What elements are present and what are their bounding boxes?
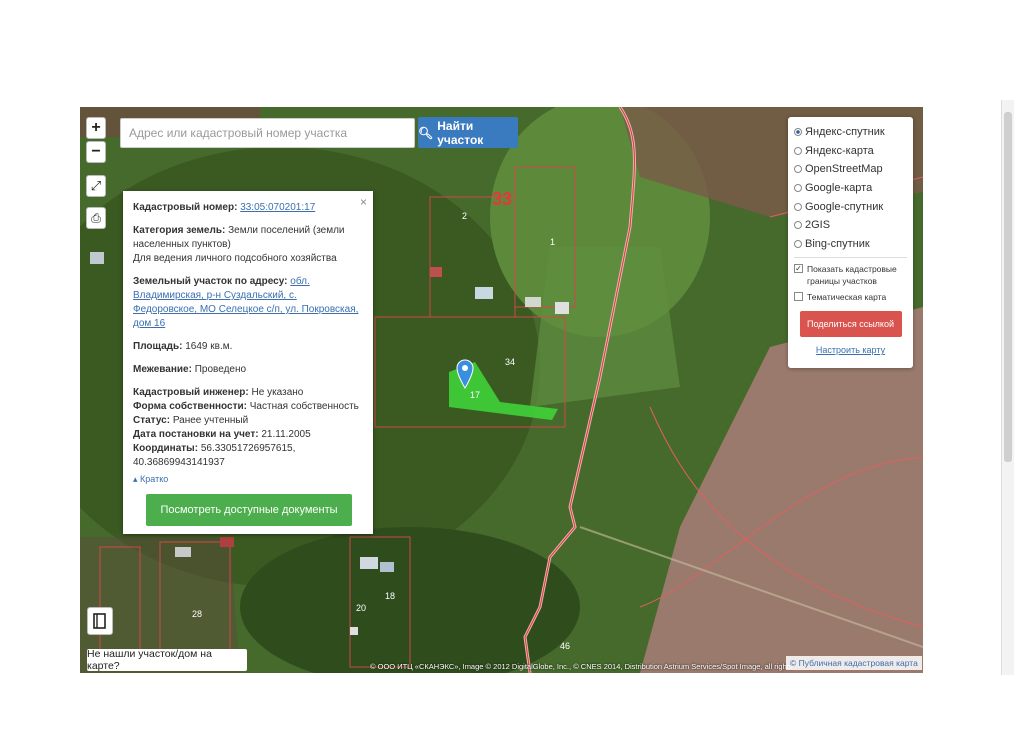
- brief-toggle-link[interactable]: ▴ Кратко: [133, 472, 363, 486]
- thematic-map-label: Тематическая карта: [807, 292, 887, 303]
- fullscreen-button[interactable]: ⤢: [86, 175, 106, 197]
- land-usage-value: Для ведения личного подсобного хозяйства: [133, 253, 337, 264]
- registration-date-value: 21.11.2005: [261, 429, 311, 440]
- survey-label: Межевание:: [133, 364, 192, 375]
- radio-icon[interactable]: [794, 165, 802, 174]
- layer-option[interactable]: Google-спутник: [794, 197, 907, 216]
- find-plot-label: Найти участок: [437, 118, 484, 147]
- layer-option-label: Bing-спутник: [805, 237, 870, 250]
- location-pin-icon[interactable]: [456, 359, 474, 389]
- show-borders-label: Показать кадастровые границы участков: [807, 264, 897, 287]
- not-found-button[interactable]: Не нашли участок/дом на карте?: [87, 648, 247, 672]
- survey-value: Проведено: [194, 364, 247, 375]
- area-label: Площадь:: [133, 341, 183, 352]
- plot-label-highlight: 17: [470, 390, 481, 400]
- engineer-label: Кадастровый инженер:: [133, 387, 249, 398]
- layer-switcher-panel: Яндекс-спутник Яндекс-карта OpenStreetMa…: [788, 117, 913, 368]
- layer-option-label: Яндекс-спутник: [805, 126, 885, 139]
- search-input[interactable]: [120, 118, 415, 148]
- plot-info-popup: × Кадастровый номер: 33:05:070201:17 Кат…: [123, 191, 373, 534]
- radio-selected-icon[interactable]: [794, 128, 802, 137]
- layer-option-label: OpenStreetMap: [805, 163, 883, 176]
- radio-icon[interactable]: [794, 239, 802, 248]
- cadastral-quarter-label: 33: [492, 189, 513, 209]
- divider: [794, 257, 907, 259]
- expand-icon: ⤢: [90, 178, 102, 193]
- layer-option-label: Google-карта: [805, 182, 873, 195]
- plot-label: 2: [462, 211, 468, 221]
- cadastral-number-link[interactable]: 33:05:070201:17: [240, 202, 315, 213]
- print-button[interactable]: ⎙: [86, 207, 106, 229]
- imagery-copyright: © ООО ИТЦ «СКАНЭКС», Image © 2012 Digita…: [370, 662, 793, 671]
- plot-label: 28: [192, 609, 203, 619]
- thematic-map-checkbox[interactable]: Тематическая карта: [794, 291, 907, 303]
- coordinates-label: Координаты:: [133, 443, 199, 454]
- plot-label: 1: [550, 237, 556, 247]
- layer-option[interactable]: OpenStreetMap: [794, 160, 907, 179]
- public-cadastral-map-link[interactable]: © Публичная кадастровая карта: [786, 656, 922, 670]
- layer-option-label: Яндекс-карта: [805, 144, 874, 157]
- land-category-label: Категория земель:: [133, 225, 226, 236]
- printer-icon: ⎙: [91, 210, 101, 225]
- close-icon[interactable]: ×: [360, 195, 367, 209]
- status-label: Статус:: [133, 415, 171, 426]
- show-borders-checkbox[interactable]: ✓ Показать кадастровые границы участков: [794, 263, 907, 287]
- find-plot-button[interactable]: 🔍︎ Найти участок: [418, 117, 518, 148]
- book-icon: [93, 613, 106, 629]
- layer-option[interactable]: Bing-спутник: [794, 235, 907, 254]
- layer-option[interactable]: Google-карта: [794, 179, 907, 198]
- catalog-button[interactable]: [87, 607, 113, 635]
- ownership-label: Форма собственности:: [133, 401, 247, 412]
- plot-label: 18: [385, 591, 396, 601]
- radio-icon[interactable]: [794, 221, 802, 230]
- plot-label: 20: [356, 603, 367, 613]
- layer-option[interactable]: Яндекс-карта: [794, 142, 907, 161]
- search-icon: 🔍︎: [418, 125, 434, 140]
- share-link-button[interactable]: Поделиться ссылкой: [799, 311, 902, 338]
- brief-label: Кратко: [140, 474, 169, 484]
- area-value: 1649 кв.м.: [185, 341, 233, 352]
- zoom-in-button[interactable]: +: [86, 117, 106, 139]
- layer-option-label: Google-спутник: [805, 200, 884, 213]
- cadastral-number-label: Кадастровый номер:: [133, 202, 238, 213]
- map-view[interactable]: 33 17 2 1 34 28 20 18 46 + − ⤢ ⎙ 🔍︎ Найт…: [80, 107, 923, 673]
- caret-up-icon: ▴: [133, 474, 138, 484]
- scrollbar-thumb[interactable]: [1004, 112, 1012, 462]
- radio-icon[interactable]: [794, 146, 802, 155]
- engineer-value: Не указано: [251, 387, 304, 398]
- registration-date-label: Дата постановки на учет:: [133, 429, 259, 440]
- checkbox-icon[interactable]: [794, 292, 803, 302]
- plot-label: 46: [560, 641, 571, 651]
- radio-icon[interactable]: [794, 184, 802, 193]
- layer-option-label: 2GIS: [805, 219, 831, 232]
- page-scrollbar[interactable]: [1001, 100, 1014, 675]
- address-label: Земельный участок по адресу:: [133, 276, 288, 287]
- zoom-out-button[interactable]: −: [86, 141, 106, 163]
- configure-map-link[interactable]: Настроить карту: [794, 345, 907, 355]
- radio-icon[interactable]: [794, 202, 802, 211]
- checkbox-checked-icon[interactable]: ✓: [794, 264, 803, 274]
- plot-label: 34: [505, 357, 516, 367]
- status-value: Ранее учтенный: [172, 415, 249, 426]
- layer-option[interactable]: Яндекс-спутник: [794, 123, 907, 142]
- layer-option[interactable]: 2GIS: [794, 216, 907, 235]
- ownership-value: Частная собственность: [249, 401, 359, 412]
- view-documents-button[interactable]: Посмотреть доступные документы: [146, 494, 352, 526]
